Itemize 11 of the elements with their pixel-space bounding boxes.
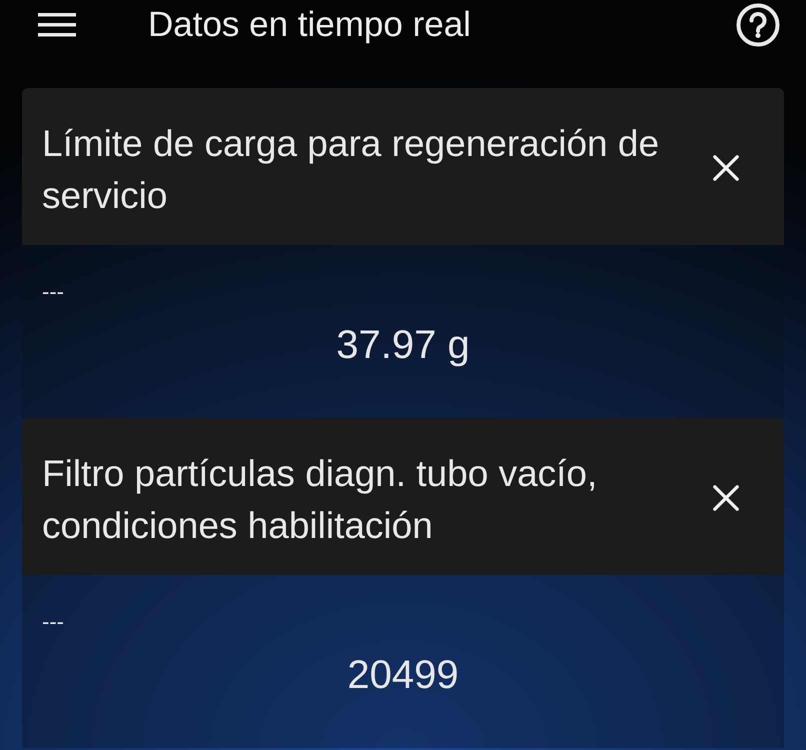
parameter-name: Filtro partículas diagn. tubo vacío, condiciones habilitación: [42, 452, 598, 548]
screen-title: Datos en tiempo real: [148, 5, 472, 45]
menu-icon[interactable]: [38, 13, 76, 37]
parameter-value: 37.97 g: [336, 323, 470, 368]
parameter-subtitle: ---: [42, 609, 64, 635]
parameter-subtitle: ---: [42, 279, 64, 305]
close-icon[interactable]: [712, 484, 740, 512]
parameter-name: Límite de carga para regeneración de servicio: [42, 122, 660, 218]
parameter-value: 20499: [347, 653, 459, 698]
help-icon[interactable]: [736, 3, 780, 47]
close-icon[interactable]: [712, 154, 740, 182]
